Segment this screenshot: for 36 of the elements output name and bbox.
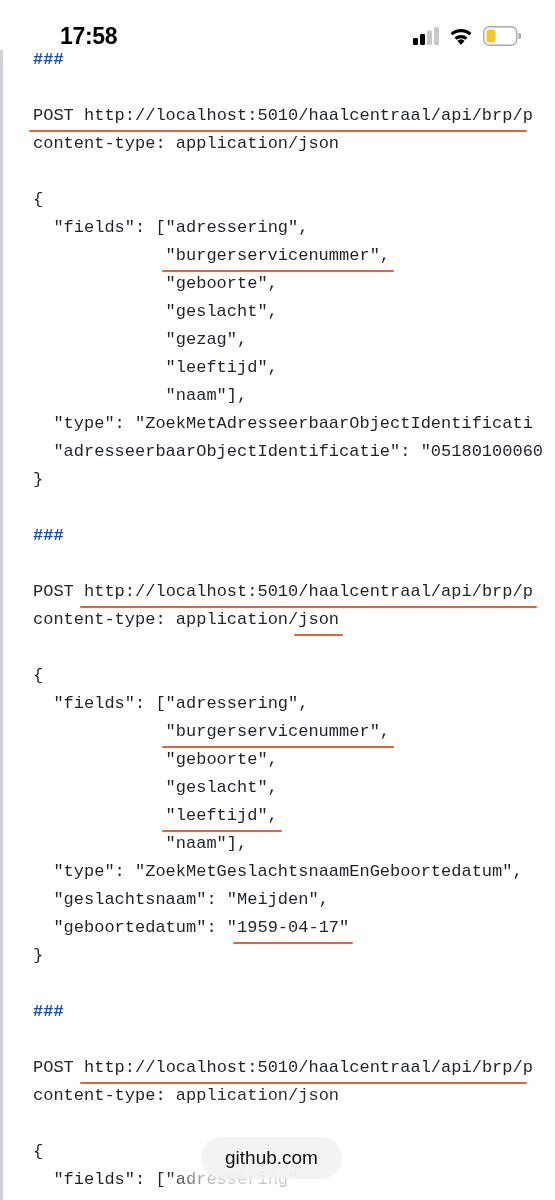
separator-comment: ### [33,1002,64,1021]
code-line: "geslachtsnaam": "Meijden", [53,890,329,909]
code-line: POST http://localhost:5010/haalcentraal/api/brp/p [33,582,533,601]
signal-icon [413,27,439,45]
code-line: "geslacht", [165,778,278,797]
code-line: POST http://localhost:5010/haalcentraal/api/brp/p [33,1058,533,1077]
code-line: "burgerservicenummer", [165,722,391,741]
code-line: "geboorte", [165,274,278,293]
code-line: "geboortedatum": "1959-04-17" [53,918,350,937]
code-line: "geboorte", [165,750,278,769]
code-line: "naam"], [165,834,248,853]
separator-comment: ### [33,526,64,545]
code-line: content-type: application/json [33,610,340,629]
code-line: "type": "ZoekMetGeslachtsnaamEnGeboortedatum", [53,862,523,881]
code-line: POST http://localhost:5010/haalcentraal/api/brp/p [33,106,533,125]
code-line: "gezag", [165,330,248,349]
code-line: "leeftijd", [165,358,278,377]
code-line: } [33,946,44,965]
code-line: "adresseerbaarObjectIdentificatie": "05180100060 [53,442,544,461]
code-line: { [33,190,44,209]
separator-comment: ### [33,50,64,69]
code-line: { [33,1142,44,1161]
code-line: "fields": ["adressering", [53,694,309,713]
code-line: "fields": ["adressering", [53,218,309,237]
status-time: 17:58 [60,22,118,50]
battery-icon [483,26,521,46]
code-line: "leeftijd", [165,806,278,825]
code-line: "burgerservicenummer", [165,246,391,265]
code-line: "naam"], [165,386,248,405]
code-line: "geslacht", [165,302,278,321]
code-line: } [33,470,44,489]
wifi-icon [449,27,473,45]
code-line: { [33,666,44,685]
code-line: content-type: application/json [33,134,340,153]
code-line: "type": "ZoekMetAdresseerbaarObjectIdentificati [53,414,533,433]
code-line: content-type: application/json [33,1086,340,1105]
